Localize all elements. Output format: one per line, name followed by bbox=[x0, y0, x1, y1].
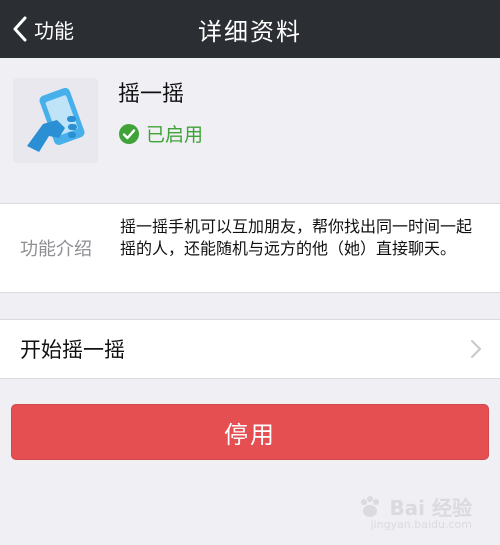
chevron-right-icon bbox=[471, 340, 481, 358]
page-title: 详细资料 bbox=[198, 17, 302, 46]
paw-logo-icon bbox=[361, 495, 380, 517]
status-text: 已启用 bbox=[146, 124, 204, 146]
baidu-jingyan-watermark: Bai 经验 jingyan.baidu.com bbox=[357, 492, 472, 531]
app-name: 摇一摇 bbox=[118, 82, 185, 107]
nav-bar: 功能 详细资料 bbox=[0, 0, 500, 58]
start-shake-label: 开始摇一摇 bbox=[20, 338, 125, 362]
watermark-url: jingyan.baidu.com bbox=[370, 518, 472, 531]
status-badge: 已启用 bbox=[118, 120, 203, 147]
shake-phone-icon bbox=[27, 87, 85, 152]
feature-header: 摇一摇 已启用 bbox=[0, 58, 500, 180]
disable-button[interactable]: 停用 bbox=[11, 404, 489, 460]
intro-description: 摇一摇手机可以互加朋友，帮你找出同一时间一起摇的人，还能随机与远方的他（她）直接… bbox=[120, 217, 473, 258]
shake-app-icon bbox=[13, 78, 98, 163]
check-circle-icon bbox=[119, 123, 139, 144]
start-shake-row[interactable]: 开始摇一摇 bbox=[0, 319, 500, 379]
feature-intro-section: 功能介绍 摇一摇手机可以互加朋友，帮你找出同一时间一起摇的人，还能随机与远方的他… bbox=[0, 203, 500, 293]
intro-label: 功能介绍 bbox=[20, 239, 92, 260]
watermark-text: Bai 经验 bbox=[389, 496, 472, 520]
